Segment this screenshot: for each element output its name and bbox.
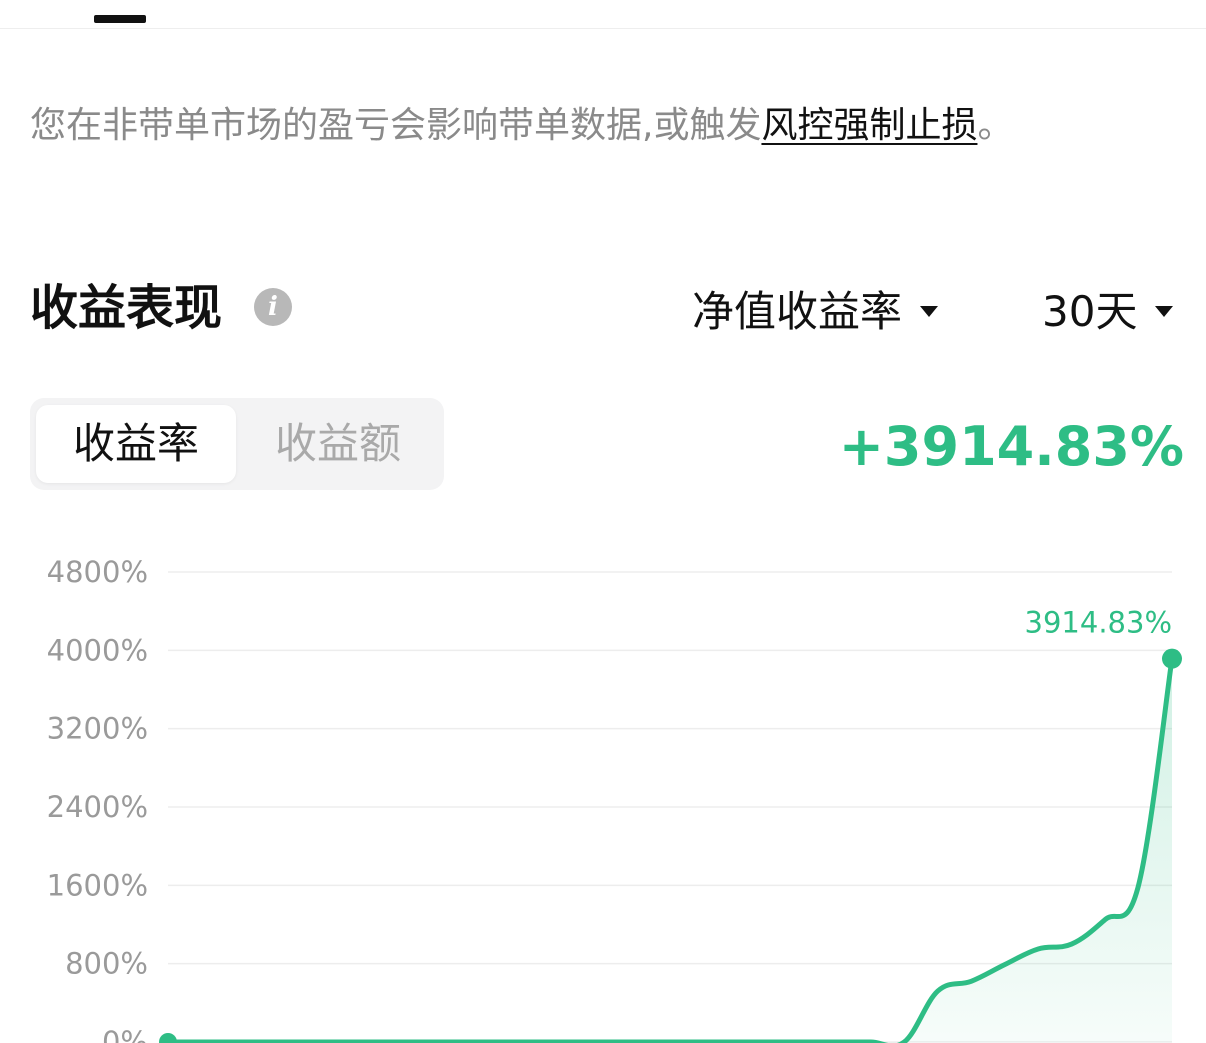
risk-control-stop-loss-link[interactable]: 风控强制止损 [761, 105, 977, 146]
metric-dropdown[interactable]: 净值收益率 [692, 280, 939, 336]
notice-text: 您在非带单市场的盈亏会影响带单数据,或触发 [30, 105, 762, 146]
y-tick-label: 3200% [47, 712, 148, 746]
performance-title: 收益表现 [30, 280, 223, 336]
period-dropdown-label: 30天 [1042, 286, 1138, 336]
y-tick-label: 800% [65, 947, 148, 981]
end-value-label: 3914.83% [1025, 606, 1172, 640]
segment-return-rate[interactable]: 收益率 [36, 405, 236, 483]
top-tab-strip [0, 0, 1206, 29]
metric-dropdown-label: 净值收益率 [692, 286, 903, 336]
end-point[interactable] [1162, 648, 1182, 669]
start-point [159, 1033, 177, 1043]
notice-end: 。 [977, 105, 1014, 146]
segment-return-amount[interactable]: 收益额 [238, 405, 438, 483]
return-rate-chart: 4800% 4000% 3200% 2400% 1600% 800% 0% 3914.83% [47, 555, 1182, 1043]
period-dropdown[interactable]: 30天 [1042, 280, 1174, 336]
risk-notice: 您在非带单市场的盈亏会影响带单数据,或触发风控强制止损。 [30, 100, 1013, 152]
y-tick-label: 4800% [47, 555, 148, 589]
total-return-value: +3914.83% [838, 415, 1184, 478]
y-tick-label: 2400% [47, 790, 148, 824]
return-type-segmented-control: 收益率 收益额 [30, 398, 444, 490]
info-icon[interactable]: i [254, 288, 292, 326]
active-tab-indicator [94, 15, 146, 23]
caret-down-icon [1155, 305, 1174, 317]
series-area [168, 658, 1172, 1043]
y-tick-label: 4000% [47, 633, 148, 667]
y-tick-label: 0% [102, 1025, 148, 1043]
y-tick-label: 1600% [47, 868, 148, 902]
caret-down-icon [920, 305, 939, 317]
